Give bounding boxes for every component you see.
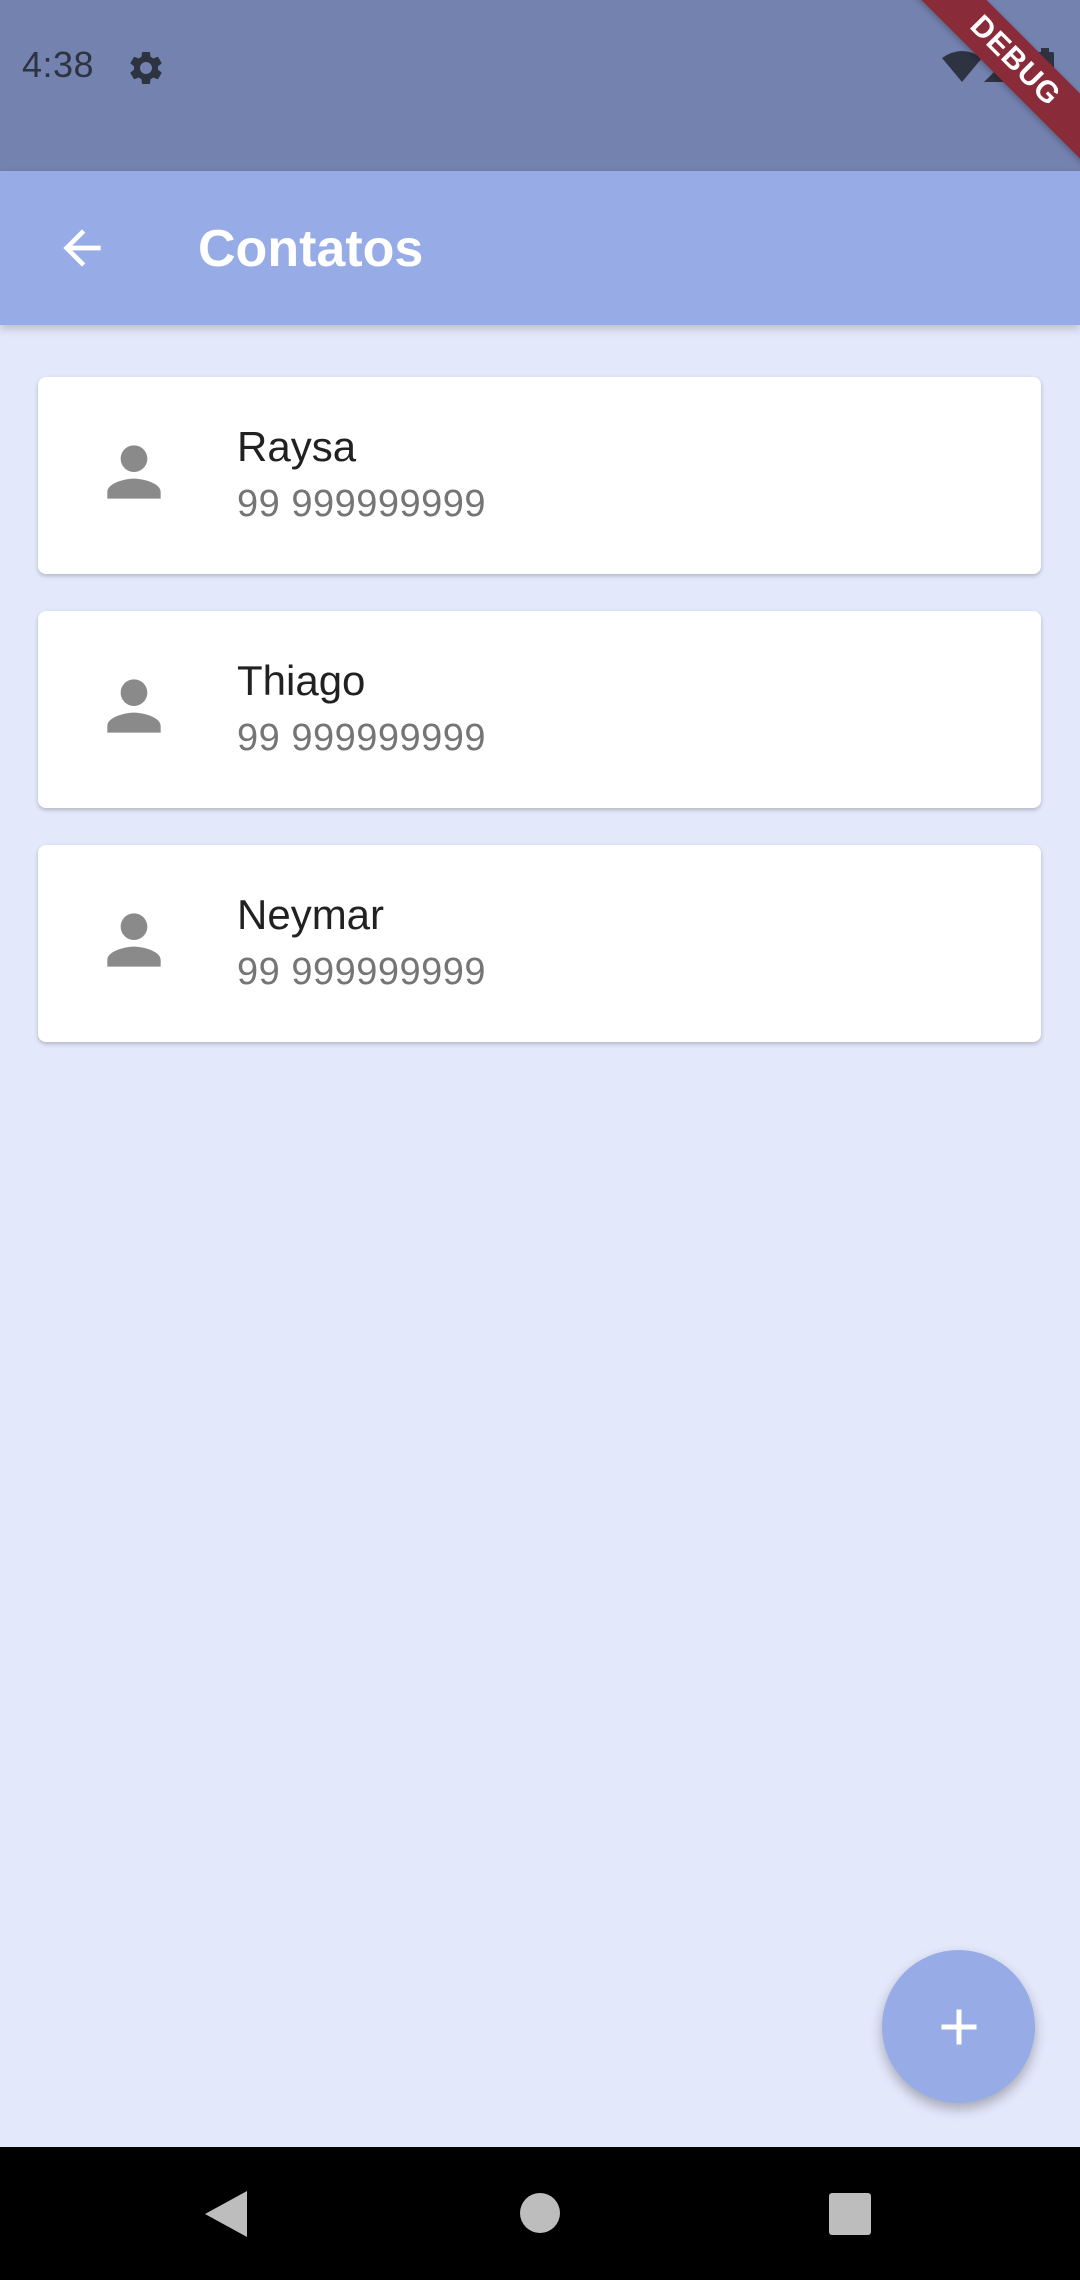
contact-phone: 99 999999999 bbox=[237, 951, 487, 993]
contact-phone: 99 999999999 bbox=[237, 483, 487, 525]
back-button[interactable] bbox=[40, 206, 124, 290]
navigation-bar bbox=[0, 2147, 1080, 2280]
contact-name: Neymar bbox=[237, 891, 385, 938]
nav-recents-icon[interactable] bbox=[829, 2193, 871, 2235]
person-icon bbox=[107, 445, 161, 499]
wifi-icon bbox=[942, 51, 982, 82]
status-time: 4:38 bbox=[22, 44, 95, 85]
add-contact-button[interactable] bbox=[882, 1950, 1035, 2103]
gear-icon bbox=[130, 51, 162, 84]
plus-icon bbox=[941, 2009, 976, 2044]
nav-home-icon[interactable] bbox=[520, 2193, 560, 2233]
contact-list: Raysa 99 999999999 Thiago 99 999999999 N… bbox=[38, 377, 1041, 1079]
contact-name: Raysa bbox=[237, 423, 357, 470]
status-bar: 4:38 bbox=[0, 0, 1080, 171]
contact-card[interactable]: Raysa 99 999999999 bbox=[38, 377, 1041, 574]
app-bar: Contatos bbox=[0, 171, 1080, 325]
person-icon bbox=[107, 679, 161, 733]
page-title: Contatos bbox=[198, 220, 424, 278]
arrow-left-icon bbox=[63, 229, 101, 267]
contact-phone: 99 999999999 bbox=[237, 717, 487, 759]
contact-card[interactable]: Neymar 99 999999999 bbox=[38, 845, 1041, 1042]
screen: 4:38 DEBUG Contatos Raysa 99 999999999 T… bbox=[0, 0, 1080, 2280]
contact-card[interactable]: Thiago 99 999999999 bbox=[38, 611, 1041, 808]
nav-back-icon[interactable] bbox=[203, 2189, 249, 2239]
contact-name: Thiago bbox=[237, 657, 366, 704]
person-icon bbox=[107, 913, 161, 967]
